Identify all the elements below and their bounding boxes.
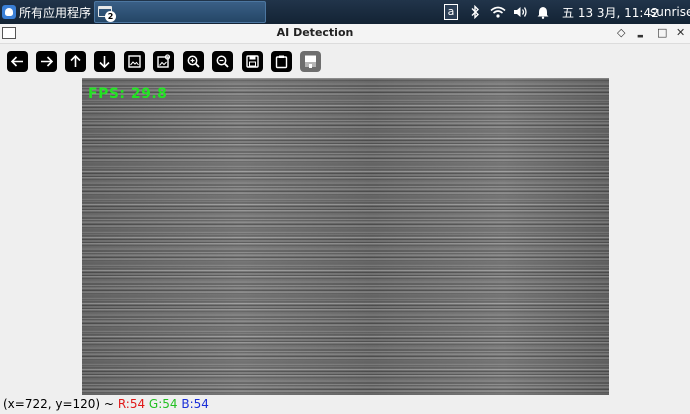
bluetooth-icon — [471, 5, 479, 19]
zoom-in-button[interactable] — [183, 51, 204, 72]
image-button[interactable] — [124, 51, 145, 72]
window-more-button[interactable]: ◇ — [617, 27, 625, 39]
arrow-left-icon — [10, 56, 23, 67]
pixel-blue-value: B:54 — [181, 397, 209, 411]
down-button[interactable] — [94, 51, 115, 72]
network-tray[interactable] — [490, 0, 506, 24]
image-settings-button[interactable] — [153, 51, 174, 72]
zoom-in-icon — [187, 55, 200, 68]
clock-label: 五 13 3月, 11:42 — [562, 5, 659, 20]
zoom-out-button[interactable] — [212, 51, 233, 72]
volume-tray[interactable] — [513, 0, 529, 24]
arrow-right-icon — [41, 56, 54, 67]
user-menu[interactable]: sunrise — [650, 0, 690, 24]
window-close-button[interactable]: ✕ — [676, 27, 685, 39]
save-icon — [246, 55, 259, 68]
forward-button[interactable] — [36, 51, 57, 72]
wifi-icon — [490, 6, 506, 18]
top-panel: 所有应用程序 ⁝ 2 a 五 13 3月, 11:42 sunrise — [0, 0, 690, 24]
applications-menu[interactable]: 所有应用程序 — [0, 0, 92, 24]
properties-icon — [305, 55, 316, 68]
back-button[interactable] — [7, 51, 28, 72]
window-count-badge: 2 — [105, 11, 116, 22]
image-icon — [128, 55, 141, 68]
camera-image-view[interactable]: FPS: 29.8 — [82, 78, 609, 395]
zoom-out-icon — [216, 55, 229, 68]
clipboard-icon — [275, 55, 288, 69]
window-title: AI Detection — [276, 26, 354, 39]
status-bar: (x=722, y=120) ~ R:54 G:54 B:54 — [3, 397, 209, 413]
image-settings-icon — [157, 54, 171, 68]
panel-separator: ⁝ — [87, 5, 91, 18]
user-name: sunrise — [650, 5, 690, 19]
fps-overlay: FPS: 29.8 — [88, 86, 168, 102]
keyboard-indicator: a — [444, 4, 458, 20]
notifications-tray[interactable] — [537, 0, 549, 24]
properties-button[interactable] — [300, 51, 321, 72]
window-maximize-button[interactable]: □ — [657, 27, 667, 39]
clipboard-button[interactable] — [271, 51, 292, 72]
bell-icon — [537, 6, 549, 19]
volume-icon — [514, 7, 527, 17]
arrow-down-icon — [99, 56, 110, 69]
up-button[interactable] — [65, 51, 86, 72]
pixel-red-value: R:54 — [117, 397, 146, 411]
clock[interactable]: 五 13 3月, 11:42 — [562, 0, 659, 24]
applications-menu-icon — [2, 5, 16, 19]
taskbar-window-group[interactable]: 2 — [94, 1, 266, 23]
save-button[interactable] — [242, 51, 263, 72]
window-titlebar[interactable]: AI Detection ◇ ▬ □ ✕ — [0, 24, 690, 44]
applications-menu-label: 所有应用程序 — [19, 5, 92, 20]
arrow-up-icon — [70, 54, 81, 67]
window-minimize-button[interactable]: ▬ — [637, 30, 644, 42]
keyboard-layout-indicator[interactable]: a — [444, 0, 458, 24]
pixel-green-value: G:54 — [148, 397, 178, 411]
cursor-position: (x=722, y=120) ~ — [3, 397, 114, 411]
bluetooth-tray[interactable] — [470, 0, 480, 24]
